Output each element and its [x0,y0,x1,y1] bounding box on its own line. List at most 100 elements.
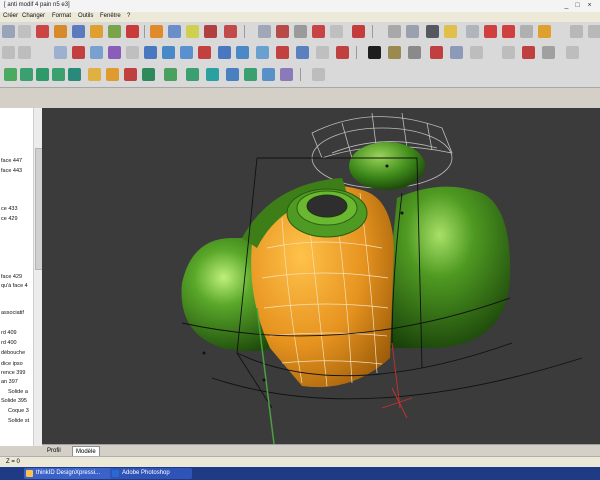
line-icon[interactable] [54,46,67,59]
tree-item[interactable]: débouche [1,350,25,356]
box-icon[interactable] [88,68,101,81]
tree-item[interactable]: face 443 [1,168,22,174]
draft-icon[interactable] [206,68,219,81]
pointer-icon[interactable] [258,25,271,38]
light-icon[interactable] [186,25,199,38]
cylinder-icon[interactable] [18,25,31,38]
group-icon[interactable] [450,46,463,59]
trim-icon[interactable] [162,46,175,59]
tree-item[interactable]: an 397 [1,379,18,385]
polygon-icon[interactable] [126,46,139,59]
ellipse-icon[interactable] [108,46,121,59]
circle-icon[interactable] [90,46,103,59]
subtract-icon[interactable] [164,68,177,81]
tree-item[interactable]: Coque 3 [8,408,29,414]
3d-viewport[interactable] [42,108,600,444]
thicken-icon[interactable] [226,68,239,81]
menu-outils[interactable]: Outils [78,13,93,19]
chain-icon[interactable] [336,46,349,59]
extend-icon[interactable] [180,46,193,59]
solid-icon[interactable] [150,25,163,38]
thread-icon[interactable] [280,68,293,81]
edit-icon[interactable] [276,25,289,38]
highlight-icon[interactable] [444,25,457,38]
tool-icon[interactable] [126,25,139,38]
cube-icon[interactable] [106,68,119,81]
brush-icon[interactable] [538,25,551,38]
move-icon[interactable] [36,25,49,38]
project-icon[interactable] [236,46,249,59]
scale-icon[interactable] [54,25,67,38]
taskbar-item[interactable]: thinkID DesignXpressi... [24,468,120,479]
copy-icon[interactable] [520,25,533,38]
close-button[interactable]: × [585,2,594,10]
maximize-button[interactable]: □ [573,2,582,10]
tab-profil[interactable]: Profil [44,446,64,456]
taskbar-item[interactable]: Adobe Photoshop [110,468,192,479]
surface-icon[interactable] [168,25,181,38]
intersect-icon[interactable] [256,46,269,59]
shell-icon[interactable] [68,68,81,81]
redo-icon[interactable] [588,25,600,38]
tree-item[interactable]: rd 400 [1,340,17,346]
view-iso-icon[interactable] [466,25,479,38]
undo-icon[interactable] [570,25,583,38]
tree-item[interactable]: dice ipso [1,361,23,367]
mirror-icon[interactable] [108,25,121,38]
crop-icon[interactable] [224,25,237,38]
color-icon[interactable] [430,46,443,59]
delete-icon[interactable] [484,25,497,38]
magnet-icon[interactable] [294,25,307,38]
tree-item[interactable]: face 447 [1,158,22,164]
revolve-icon[interactable] [20,68,33,81]
menu-help[interactable]: ? [127,13,130,19]
texture-icon[interactable] [408,46,421,59]
pattern-icon[interactable] [244,68,257,81]
tree-item[interactable]: associatif [1,310,24,316]
blend-icon[interactable] [186,68,199,81]
tree-item[interactable]: ce 433 [1,206,18,212]
tree-item[interactable]: Solide 395 [1,398,27,404]
round-icon[interactable] [312,68,325,81]
menu-creer[interactable]: Créer [3,13,18,19]
extrude-icon[interactable] [4,68,17,81]
layer-icon[interactable] [368,46,381,59]
split-icon[interactable] [276,46,289,59]
chamfer-icon[interactable] [218,46,231,59]
minimize-button[interactable]: _ [562,2,571,10]
show-icon[interactable] [522,46,535,59]
fillet-icon[interactable] [198,46,211,59]
union-icon[interactable] [142,68,155,81]
boolean-icon[interactable] [124,68,137,81]
tree-item[interactable]: qu'à face 4 [1,283,28,289]
hide-icon[interactable] [502,46,515,59]
tree-item[interactable]: Solide st [8,418,29,424]
lock-icon[interactable] [542,46,555,59]
view-front-icon[interactable] [388,25,401,38]
arc-icon[interactable] [2,46,15,59]
snap-icon[interactable] [312,25,325,38]
frame-icon[interactable] [316,46,329,59]
spline-icon[interactable] [72,46,85,59]
material-icon[interactable] [388,46,401,59]
measure-icon[interactable] [330,25,343,38]
tree-item[interactable]: rence 399 [1,370,25,376]
sweep-icon[interactable] [36,68,49,81]
tree-scrollbar[interactable] [33,108,43,446]
menu-format[interactable]: Format [52,13,71,19]
render-icon[interactable] [204,25,217,38]
join-icon[interactable] [296,46,309,59]
menu-changer[interactable]: Changer [22,13,45,19]
tree-item[interactable]: ce 429 [1,216,18,222]
hole-icon[interactable] [262,68,275,81]
cut-icon[interactable] [502,25,515,38]
tree-item[interactable]: Solide a [8,389,28,395]
zoom-icon[interactable] [72,25,85,38]
tree-item[interactable]: rd 409 [1,330,17,336]
pen-icon[interactable] [352,25,365,38]
loft-icon[interactable] [52,68,65,81]
camera-icon[interactable] [426,25,439,38]
view-top-icon[interactable] [406,25,419,38]
settings-icon[interactable] [566,46,579,59]
menu-fenetre[interactable]: Fenêtre [100,13,121,19]
